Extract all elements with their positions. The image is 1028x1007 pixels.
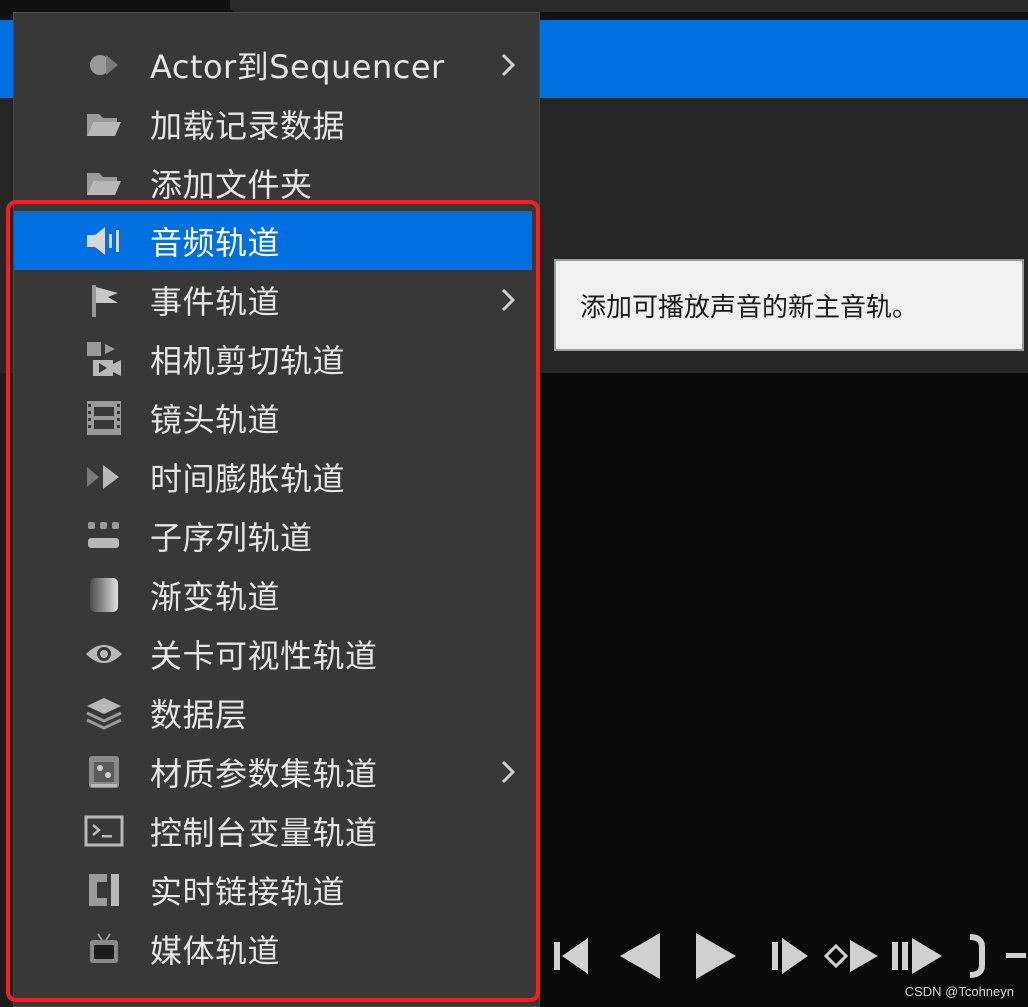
step-back-icon[interactable] — [618, 925, 662, 987]
tooltip-text: 添加可播放声音的新主音轨。 — [580, 292, 919, 323]
chevron-right-icon — [494, 51, 522, 79]
menu-item-shot-track[interactable]: 镜头轨道 — [14, 388, 532, 447]
menu-item-event-track[interactable]: 事件轨道 — [14, 270, 532, 329]
watermark: CSDN @Tcohneyn — [904, 984, 1014, 999]
chevron-right-icon — [494, 286, 522, 314]
gradient-fade-icon — [84, 575, 124, 615]
menu-item-label: 相机剪切轨道 — [150, 341, 346, 380]
timeline-area — [540, 373, 1028, 1007]
menu-item-subsequence-track[interactable]: 子序列轨道 — [14, 506, 532, 565]
folder-open-icon — [84, 104, 124, 144]
fast-forward-icon — [84, 457, 124, 497]
flag-icon — [84, 280, 124, 320]
menu-item-label: 添加文件夹 — [150, 165, 313, 204]
menu-item-fade-track[interactable]: 渐变轨道 — [14, 565, 532, 624]
loop-icon[interactable] — [966, 925, 1026, 987]
menu-item-data-layer[interactable]: 数据层 — [14, 683, 532, 742]
subsequence-icon — [84, 516, 124, 556]
menu-item-label: 数据层 — [150, 695, 248, 734]
tab-bar — [230, 0, 1028, 12]
menu-item-label: 音频轨道 — [150, 223, 281, 262]
menu-item-live-link-track[interactable]: 实时链接轨道 — [14, 860, 532, 919]
live-link-icon — [84, 870, 124, 910]
material-params-icon — [84, 752, 124, 792]
add-track-menu: Actor到Sequencer 加载记录数据 添加文件夹 音频轨道 事件轨道 相… — [13, 12, 540, 1007]
step-forward-icon[interactable] — [770, 925, 810, 987]
menu-item-label: 加载记录数据 — [150, 106, 346, 145]
menu-item-load-recorded-data[interactable]: 加载记录数据 — [14, 94, 532, 153]
actor-diamond-icon — [84, 45, 124, 85]
folder-open-icon — [84, 163, 124, 203]
menu-item-label: 材质参数集轨道 — [150, 754, 378, 793]
menu-item-material-parameter-collection-track[interactable]: 材质参数集轨道 — [14, 742, 532, 801]
menu-item-media-track[interactable]: 媒体轨道 — [14, 919, 532, 978]
menu-item-camera-cut-track[interactable]: 相机剪切轨道 — [14, 329, 532, 388]
transport-controls — [548, 925, 1028, 987]
console-icon — [84, 811, 124, 851]
menu-item-label: 实时链接轨道 — [150, 872, 346, 911]
menu-item-time-dilation-track[interactable]: 时间膨胀轨道 — [14, 447, 532, 506]
layers-icon — [84, 693, 124, 733]
menu-item-label: 子序列轨道 — [150, 518, 313, 557]
menu-item-label: 控制台变量轨道 — [150, 813, 378, 852]
next-key-icon[interactable] — [824, 925, 880, 987]
menu-item-audio-track[interactable]: 音频轨道 — [14, 211, 532, 270]
film-strip-icon — [84, 398, 124, 438]
menu-item-label: 媒体轨道 — [150, 931, 281, 970]
jump-to-start-icon[interactable] — [552, 925, 592, 987]
speaker-icon — [84, 221, 124, 261]
chevron-right-icon — [494, 758, 522, 786]
camera-cut-icon — [84, 339, 124, 379]
tooltip: 添加可播放声音的新主音轨。 — [554, 259, 1024, 351]
menu-item-label: 事件轨道 — [150, 282, 281, 321]
menu-item-label: 关卡可视性轨道 — [150, 636, 378, 675]
menu-item-label: Actor到Sequencer — [150, 47, 445, 86]
menu-item-actor-to-sequencer[interactable]: Actor到Sequencer — [14, 35, 532, 94]
menu-item-label: 时间膨胀轨道 — [150, 459, 346, 498]
menu-item-add-folder[interactable]: 添加文件夹 — [14, 153, 532, 212]
menu-item-label: 渐变轨道 — [150, 577, 281, 616]
play-icon[interactable] — [694, 925, 738, 987]
jump-to-end-icon[interactable] — [890, 925, 944, 987]
menu-item-label: 镜头轨道 — [150, 400, 281, 439]
menu-item-level-visibility-track[interactable]: 关卡可视性轨道 — [14, 624, 532, 683]
tv-icon — [84, 929, 124, 969]
eye-icon — [84, 634, 124, 674]
menu-item-console-variable-track[interactable]: 控制台变量轨道 — [14, 801, 532, 860]
